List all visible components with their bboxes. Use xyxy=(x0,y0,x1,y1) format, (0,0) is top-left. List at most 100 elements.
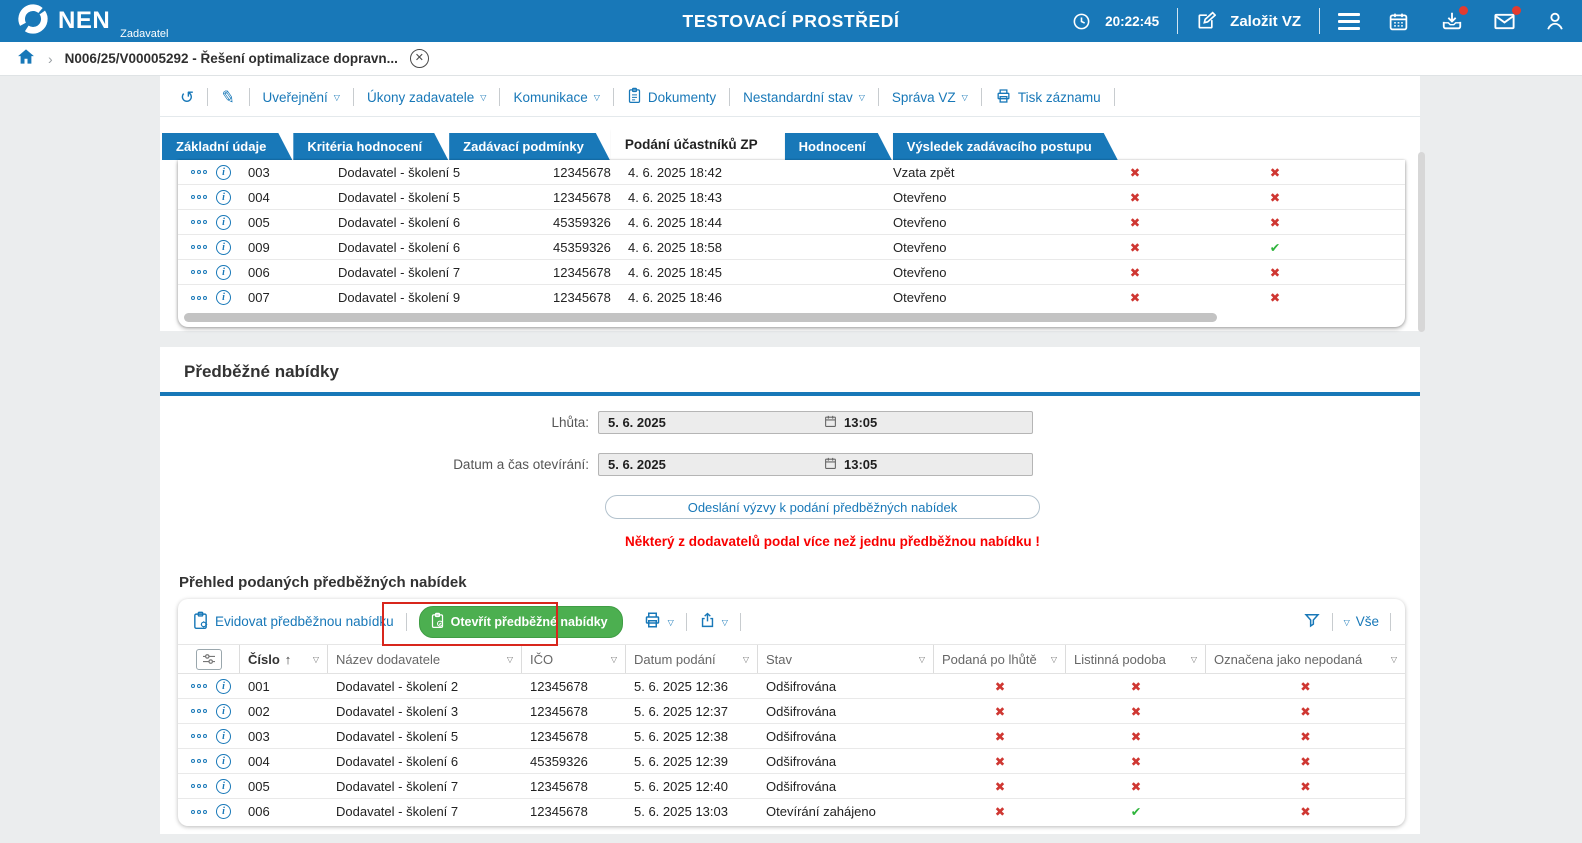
row-menu-icon[interactable] xyxy=(191,270,207,274)
send-call-button[interactable]: Odeslání výzvy k podání předběžných nabí… xyxy=(605,495,1040,519)
table-row[interactable]: i 006 Dodavatel - školení 7 12345678 5. … xyxy=(178,799,1405,824)
table-row[interactable]: i 005 Dodavatel - školení 7 12345678 5. … xyxy=(178,774,1405,799)
column-datum-podani[interactable]: Datum podání ▽ xyxy=(626,645,758,673)
user-icon[interactable] xyxy=(1544,10,1566,32)
info-icon[interactable]: i xyxy=(216,190,231,205)
filter-icon[interactable] xyxy=(1303,611,1321,632)
info-icon[interactable]: i xyxy=(216,290,231,305)
table-row[interactable]: i 003 Dodavatel - školení 5 12345678 4. … xyxy=(178,160,1405,185)
calendar-icon[interactable] xyxy=(824,456,837,473)
info-icon[interactable]: i xyxy=(216,240,231,255)
table-row[interactable]: i 005 Dodavatel - školení 6 45359326 4. … xyxy=(178,210,1405,235)
home-icon[interactable] xyxy=(16,47,36,71)
table-row[interactable]: i 004 Dodavatel - školení 6 45359326 5. … xyxy=(178,749,1405,774)
row-menu-icon[interactable] xyxy=(191,734,207,738)
table-row[interactable]: i 004 Dodavatel - školení 5 12345678 4. … xyxy=(178,185,1405,210)
open-offers-button[interactable]: Otevřít předběžné nabídky xyxy=(419,606,623,638)
column-filter-icon[interactable]: ▽ xyxy=(919,655,925,664)
section-title: Předběžné nabídky xyxy=(160,347,1420,392)
close-icon[interactable]: ✕ xyxy=(410,49,429,68)
create-vz-button[interactable]: Založit VZ xyxy=(1230,13,1301,30)
nen-logo[interactable]: NEN Zadavatel xyxy=(16,2,168,41)
info-icon[interactable]: i xyxy=(216,679,231,694)
info-icon[interactable]: i xyxy=(216,754,231,769)
create-vz-icon[interactable] xyxy=(1196,11,1216,31)
row-menu-icon[interactable] xyxy=(191,709,207,713)
print-button[interactable]: ▽ xyxy=(643,611,674,632)
table-row[interactable]: i 003 Dodavatel - školení 5 12345678 5. … xyxy=(178,724,1405,749)
deadline-date[interactable]: 5. 6. 2025 xyxy=(599,415,824,430)
toolbar-nestandardni-stav[interactable]: Nestandardní stav ▽ xyxy=(743,90,865,105)
column-stav[interactable]: Stav ▽ xyxy=(758,645,934,673)
tab-hodnoceni[interactable]: Hodnocení xyxy=(785,133,892,160)
column-settings-icon[interactable] xyxy=(196,649,222,670)
calendar-icon[interactable] xyxy=(1388,11,1409,32)
info-icon[interactable]: i xyxy=(216,215,231,230)
info-icon[interactable]: i xyxy=(216,165,231,180)
deadline-time[interactable]: 13:05 xyxy=(844,415,877,430)
info-icon[interactable]: i xyxy=(216,265,231,280)
row-menu-icon[interactable] xyxy=(191,245,207,249)
separator xyxy=(207,88,208,106)
vertical-scrollbar[interactable] xyxy=(1418,152,1425,332)
column-filter-icon[interactable]: ▽ xyxy=(507,655,513,664)
column-filter-icon[interactable]: ▽ xyxy=(611,655,617,664)
column-filter-icon[interactable]: ▽ xyxy=(743,655,749,664)
table-row[interactable]: i 001 Dodavatel - školení 2 12345678 5. … xyxy=(178,674,1405,699)
breadcrumb-item[interactable]: N006/25/V00005292 - Řešení optimalizace … xyxy=(65,51,398,66)
filter-all-dropdown[interactable]: ▽ Vše xyxy=(1344,614,1379,629)
messages-icon[interactable] xyxy=(1493,10,1516,33)
export-button[interactable]: ▽ xyxy=(699,611,728,632)
info-icon[interactable]: i xyxy=(216,704,231,719)
toolbar-dokumenty[interactable]: Dokumenty xyxy=(627,87,716,107)
tab-vysledek[interactable]: Výsledek zadávacího postupu xyxy=(893,133,1118,160)
opening-time[interactable]: 13:05 xyxy=(844,457,877,472)
row-menu-icon[interactable] xyxy=(191,195,207,199)
chevron-down-icon: ▽ xyxy=(594,93,600,102)
table-row[interactable]: i 007 Dodavatel - školení 9 12345678 4. … xyxy=(178,285,1405,310)
calendar-icon[interactable] xyxy=(824,414,837,431)
row-menu-icon[interactable] xyxy=(191,684,207,688)
row-menu-icon[interactable] xyxy=(191,784,207,788)
tab-kriteria-hodnoceni[interactable]: Kritéria hodnocení xyxy=(293,133,448,160)
opening-date[interactable]: 5. 6. 2025 xyxy=(599,457,824,472)
sort-ascending-icon[interactable]: ↑ xyxy=(285,652,292,667)
register-offer-button[interactable]: Evidovat předběžnou nabídku xyxy=(192,611,394,633)
toolbar-tisk-zaznamu[interactable]: Tisk záznamu xyxy=(995,88,1101,107)
column-filter-icon[interactable]: ▽ xyxy=(1191,655,1197,664)
tab-zadavaci-podminky[interactable]: Zadávací podmínky xyxy=(449,133,610,160)
toolbar-sprava-vz[interactable]: Správa VZ ▽ xyxy=(892,90,968,105)
toolbar-komunikace[interactable]: Komunikace ▽ xyxy=(513,90,599,105)
horizontal-scrollbar[interactable] xyxy=(178,310,1405,327)
toolbar-uverejneni[interactable]: Uveřejnění ▽ xyxy=(263,90,340,105)
table-row[interactable]: i 009 Dodavatel - školení 6 45359326 4. … xyxy=(178,235,1405,260)
column-ico[interactable]: IČO ▽ xyxy=(522,645,626,673)
column-filter-icon[interactable]: ▽ xyxy=(1391,655,1397,664)
row-menu-icon[interactable] xyxy=(191,170,207,174)
table-row[interactable]: i 006 Dodavatel - školení 7 12345678 4. … xyxy=(178,260,1405,285)
column-filter-icon[interactable]: ▽ xyxy=(1051,655,1057,664)
column-podana-po-lhute[interactable]: Podaná po lhůtě ▽ xyxy=(934,645,1066,673)
table-row[interactable]: i 002 Dodavatel - školení 3 12345678 5. … xyxy=(178,699,1405,724)
menu-icon[interactable] xyxy=(1338,13,1360,30)
row-menu-icon[interactable] xyxy=(191,810,207,814)
info-icon[interactable]: i xyxy=(216,804,231,819)
info-icon[interactable]: i xyxy=(216,779,231,794)
column-filter-icon[interactable]: ▽ xyxy=(313,655,319,664)
opening-field[interactable]: 5. 6. 2025 13:05 xyxy=(598,453,1033,476)
row-menu-icon[interactable] xyxy=(191,296,207,300)
info-icon[interactable]: i xyxy=(216,729,231,744)
downloads-icon[interactable] xyxy=(1441,10,1463,32)
column-nazev-dodavatele[interactable]: Název dodavatele ▽ xyxy=(328,645,522,673)
row-menu-icon[interactable] xyxy=(191,220,207,224)
tab-zakladni-udaje[interactable]: Základní údaje xyxy=(162,133,292,160)
toolbar-ukony-zadavatele[interactable]: Úkony zadavatele ▽ xyxy=(367,90,486,105)
refresh-icon[interactable]: ↺ xyxy=(180,89,194,106)
column-cislo[interactable]: Číslo ↑ ▽ xyxy=(240,645,328,673)
tab-podani-ucastniku-zp[interactable]: Podání účastníků ZP xyxy=(611,129,784,160)
column-listinna-podoba[interactable]: Listinná podoba ▽ xyxy=(1066,645,1206,673)
deadline-field[interactable]: 5. 6. 2025 13:05 xyxy=(598,411,1033,434)
row-menu-icon[interactable] xyxy=(191,759,207,763)
column-oznacena-jako-nepodana[interactable]: Označena jako nepodaná ▽ xyxy=(1206,645,1405,673)
edit-icon[interactable]: ✎ xyxy=(220,87,237,106)
